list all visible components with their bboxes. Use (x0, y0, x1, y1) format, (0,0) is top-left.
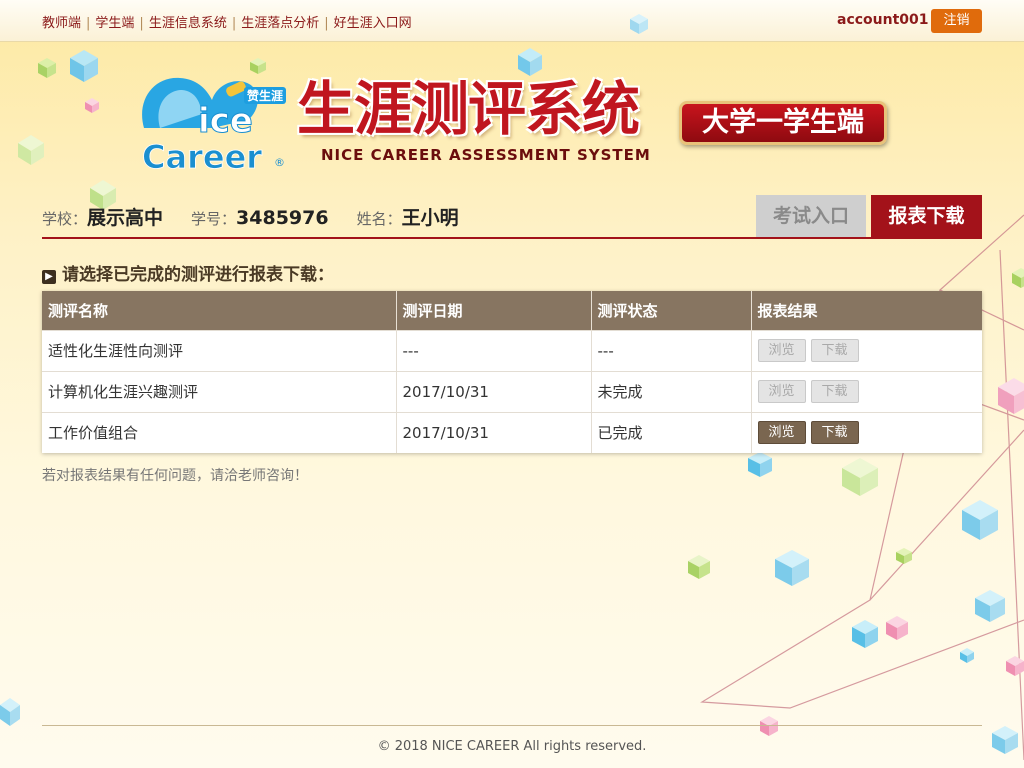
system-subtitle: NICE CAREER ASSESSMENT SYSTEM (321, 146, 651, 164)
table-cell: 未完成 (591, 370, 752, 412)
role-badge: 大学一学生端 (679, 101, 887, 145)
download-button: 下载 (810, 339, 859, 362)
arrow-right-icon: ▶ (42, 270, 56, 284)
help-note: 若对报表结果有任何问题，请洽老师咨询！ (42, 468, 308, 484)
student-id-value: 3485976 (236, 207, 329, 229)
table-cell: 2017/10/31 (396, 370, 592, 412)
svg-text:Career: Career (142, 138, 262, 175)
nav-separator: | (139, 16, 144, 31)
table-cell: 2017/10/31 (396, 411, 592, 453)
table-row: 工作价值组合 2017/10/31 已完成 浏览 下载 (42, 411, 982, 453)
table-cell: 计算机化生涯兴趣测评 (42, 370, 397, 412)
student-id-label: 学号： (191, 210, 237, 228)
nice-career-logo: ice Career ® (136, 70, 286, 176)
logo-tag: 赞生涯 (244, 87, 287, 104)
column-header-result: 报表结果 (751, 291, 982, 330)
download-button[interactable]: 下载 (810, 421, 859, 445)
footer-copyright: © 2018 NICE CAREER All rights reserved. (377, 739, 647, 754)
nav-separator: | (324, 16, 329, 31)
table-header-row: 测评名称 测评日期 测评状态 报表结果 (42, 291, 982, 330)
logout-button[interactable]: 注销 (931, 9, 982, 33)
system-title: 生涯测评系统 (297, 75, 640, 143)
top-nav: 教师端 | 学生端 | 生涯信息系统 | 生涯落点分析 | 好生涯入口网 (42, 12, 412, 31)
table-cell-actions: 浏览 下载 (751, 411, 982, 453)
report-table: 测评名称 测评日期 测评状态 报表结果 适性化生涯性向测评 --- --- 浏览 下载计… (42, 291, 982, 453)
table-cell-actions: 浏览 下载 (751, 370, 982, 412)
table-row: 计算机化生涯兴趣测评 2017/10/31 未完成 浏览 下载 (42, 370, 982, 412)
svg-text:ice: ice (198, 101, 253, 141)
view-button: 浏览 (757, 339, 806, 362)
school-value: 展示高中 (87, 207, 164, 229)
table-cell-actions: 浏览 下载 (751, 329, 982, 371)
top-nav-link[interactable]: 生涯落点分析 (241, 16, 319, 31)
download-button: 下载 (810, 380, 859, 403)
section-heading: ▶ 请选择已完成的测评进行报表下载： (42, 260, 334, 285)
student-name-label: 姓名： (356, 210, 402, 228)
table-cell: 工作价值组合 (42, 411, 397, 453)
section-heading-text: 请选择已完成的测评进行报表下载： (62, 265, 334, 285)
student-info: 学校：展示高中 学号：3485976 姓名：王小明 (42, 203, 459, 230)
column-header-name: 测评名称 (42, 291, 397, 330)
top-nav-link[interactable]: 教师端 (42, 16, 81, 31)
tab-exam-entry[interactable]: 考试入口 (756, 195, 866, 237)
table-cell: 已完成 (591, 411, 752, 453)
table-cell: 适性化生涯性向测评 (42, 329, 397, 371)
footer-divider (42, 725, 982, 726)
header-divider (42, 237, 982, 239)
table-row: 适性化生涯性向测评 --- --- 浏览 下载 (42, 329, 982, 371)
nav-separator: | (231, 16, 237, 31)
column-header-status: 测评状态 (591, 291, 752, 330)
nav-separator: | (86, 16, 91, 31)
top-nav-link[interactable]: 好生涯入口网 (334, 16, 412, 31)
top-nav-link[interactable]: 学生端 (95, 16, 134, 31)
logo-mark-icon: ice Career ® (142, 77, 285, 176)
table-cell: --- (396, 329, 592, 371)
top-bar: 教师端 | 学生端 | 生涯信息系统 | 生涯落点分析 | 好生涯入口网 account001 … (0, 0, 1024, 42)
account-name: account001 (837, 12, 929, 28)
view-button[interactable]: 浏览 (757, 421, 806, 445)
svg-text:®: ® (274, 156, 285, 169)
top-nav-link[interactable]: 生涯信息系统 (149, 16, 227, 31)
column-header-date: 测评日期 (396, 291, 592, 330)
view-button: 浏览 (757, 380, 806, 403)
table-cell: --- (591, 329, 752, 371)
student-name-value: 王小明 (401, 207, 459, 229)
school-label: 学校： (42, 210, 88, 228)
tab-report-download[interactable]: 报表下载 (871, 195, 982, 237)
